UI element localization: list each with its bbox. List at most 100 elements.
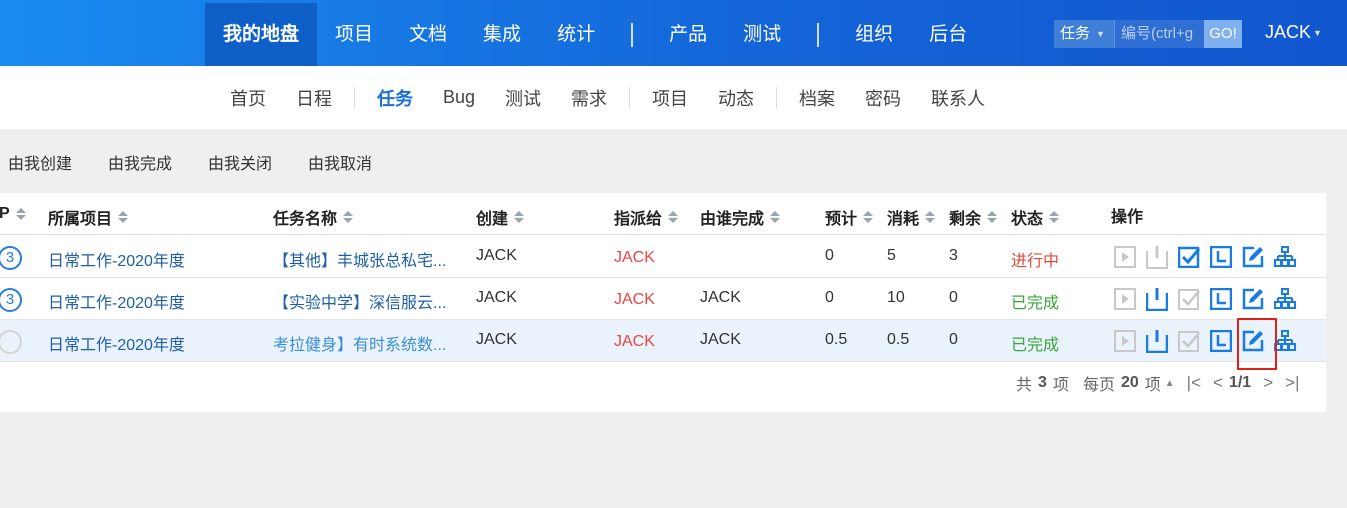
creator-cell: JACK (476, 331, 517, 348)
subnav-dynamic[interactable]: 动态 (718, 85, 754, 111)
close-icon[interactable] (1146, 328, 1168, 354)
finished-by-cell: JACK (700, 289, 741, 306)
consumed-cell: 5 (887, 247, 896, 264)
header-name[interactable]: 任务名称 (273, 205, 354, 229)
subnav-contacts[interactable]: 联系人 (931, 85, 985, 111)
close-icon[interactable] (1146, 244, 1168, 270)
filter-canceled-by-me[interactable]: 由我取消 (308, 150, 372, 174)
sort-icon (343, 211, 354, 223)
filter-closed-by-me[interactable]: 由我关闭 (208, 150, 272, 174)
subnav-story[interactable]: 需求 (571, 85, 607, 111)
filter-finished-by-me[interactable]: 由我完成 (108, 150, 172, 174)
first-page-icon[interactable]: |< (1187, 373, 1201, 393)
project-link[interactable]: 日常工作-2020年度 (48, 247, 185, 271)
search-type-label: 任务 (1060, 25, 1091, 42)
header-label: 任务名称 (273, 211, 338, 228)
subnav-project[interactable]: 项目 (652, 85, 688, 111)
record-effort-icon[interactable] (1210, 328, 1232, 354)
subnav-home[interactable]: 首页 (230, 85, 266, 111)
finish-icon[interactable] (1178, 328, 1200, 354)
start-icon[interactable] (1114, 286, 1136, 312)
project-link[interactable]: 日常工作-2020年度 (48, 331, 185, 355)
user-menu[interactable]: JACK ▼ (1265, 22, 1322, 43)
subnav-calendar[interactable]: 日程 (296, 85, 332, 111)
task-name-link[interactable]: 【实验中学】深信服云... (273, 289, 446, 313)
pager-total-unit: 项 (1052, 377, 1069, 394)
prev-page-icon[interactable]: < (1213, 373, 1223, 393)
header-creator[interactable]: 创建 (476, 205, 525, 229)
close-icon[interactable] (1146, 286, 1168, 312)
start-icon[interactable] (1114, 328, 1136, 354)
nav-product[interactable]: 产品 (651, 3, 725, 66)
nav-company[interactable]: 组织 (837, 3, 911, 66)
subnav-testcase[interactable]: 测试 (505, 85, 541, 111)
sort-icon (987, 211, 998, 223)
subnav-task[interactable]: 任务 (377, 85, 413, 111)
assigned-to-link[interactable]: JACK (614, 333, 655, 351)
next-page-icon[interactable]: > (1263, 373, 1273, 393)
subnav-password[interactable]: 密码 (865, 85, 901, 111)
main-nav: 我的地盘 项目 文档 集成 统计 产品 测试 组织 后台 (205, 3, 985, 66)
task-name-link[interactable]: 【其他】丰城张总私宅... (273, 247, 446, 271)
record-effort-icon[interactable] (1210, 286, 1232, 312)
nav-project[interactable]: 项目 (317, 3, 391, 66)
header-consumed[interactable]: 消耗 (887, 205, 936, 229)
sort-icon (668, 211, 679, 223)
assigned-to-link[interactable]: JACK (614, 249, 655, 267)
header-pri[interactable]: P (0, 205, 26, 223)
finish-icon[interactable] (1178, 244, 1200, 270)
header-finished-by[interactable]: 由谁完成 (700, 205, 781, 229)
project-link[interactable]: 日常工作-2020年度 (48, 289, 185, 313)
header-label: 所属项目 (48, 211, 113, 228)
filter-created-by-me[interactable]: 由我创建 (8, 150, 72, 174)
search-input[interactable]: 编号(ctrl+g (1114, 20, 1204, 48)
estimate-cell: 0 (825, 289, 834, 306)
highlight-box (1237, 318, 1277, 370)
pager-page: 1/1 (1228, 374, 1252, 391)
search-go-button[interactable]: GO! (1204, 20, 1242, 48)
user-name: JACK (1265, 22, 1312, 42)
finish-icon[interactable] (1178, 286, 1200, 312)
header-actions: 操作 (1111, 209, 1144, 226)
header-left[interactable]: 剩余 (949, 205, 998, 229)
pager-total: 3 (1038, 374, 1047, 391)
task-name-link[interactable]: 考拉健身】有时系统数... (273, 331, 446, 355)
chevron-down-icon: ▼ (1096, 29, 1105, 39)
start-icon[interactable] (1114, 244, 1136, 270)
header-project[interactable]: 所属项目 (48, 205, 129, 229)
batch-create-icon[interactable] (1274, 286, 1296, 312)
left-cell: 0 (949, 289, 958, 306)
header-assigned[interactable]: 指派给 (614, 205, 679, 229)
subnav-bug[interactable]: Bug (443, 87, 475, 108)
nav-report[interactable]: 统计 (539, 3, 613, 66)
assigned-to-link[interactable]: JACK (614, 291, 655, 309)
subnav-profile[interactable]: 档案 (799, 85, 835, 111)
nav-my[interactable]: 我的地盘 (205, 3, 318, 66)
batch-create-icon[interactable] (1274, 328, 1296, 354)
sort-icon (1049, 211, 1060, 223)
search-type-select[interactable]: 任务 ▼ (1054, 20, 1114, 48)
nav-qa[interactable]: 测试 (725, 3, 799, 66)
nav-admin[interactable]: 后台 (911, 3, 985, 66)
priority-badge: 3 (0, 288, 22, 312)
status-cell: 进行中 (1011, 253, 1060, 270)
nav-integration[interactable]: 集成 (465, 3, 539, 66)
sub-navbar: 首页 日程 任务 Bug 测试 需求 项目 动态 档案 密码 联系人 (0, 66, 1347, 129)
edit-icon[interactable] (1242, 286, 1264, 312)
last-page-icon[interactable]: >| (1285, 373, 1299, 393)
record-effort-icon[interactable] (1210, 244, 1232, 270)
pagination: 共 3 项 每页 20 项 ▲ |< < 1/1 > >| (1016, 371, 1299, 395)
header-label: 预计 (825, 211, 858, 228)
task-table-panel: P 所属项目 任务名称 创建 指派给 由谁完成 预计 消耗 剩余 状态 操作 3… (0, 193, 1326, 412)
sort-icon (863, 211, 874, 223)
pager-per-page[interactable]: 20 (1121, 374, 1139, 392)
header-status[interactable]: 状态 (1011, 205, 1060, 229)
edit-icon[interactable] (1242, 244, 1264, 270)
batch-create-icon[interactable] (1274, 244, 1296, 270)
subnav-divider (776, 86, 778, 109)
nav-doc[interactable]: 文档 (391, 3, 465, 66)
caret-up-icon[interactable]: ▲ (1165, 378, 1175, 389)
consumed-cell: 10 (887, 289, 905, 306)
sort-icon (118, 211, 129, 223)
header-estimate[interactable]: 预计 (825, 205, 874, 229)
